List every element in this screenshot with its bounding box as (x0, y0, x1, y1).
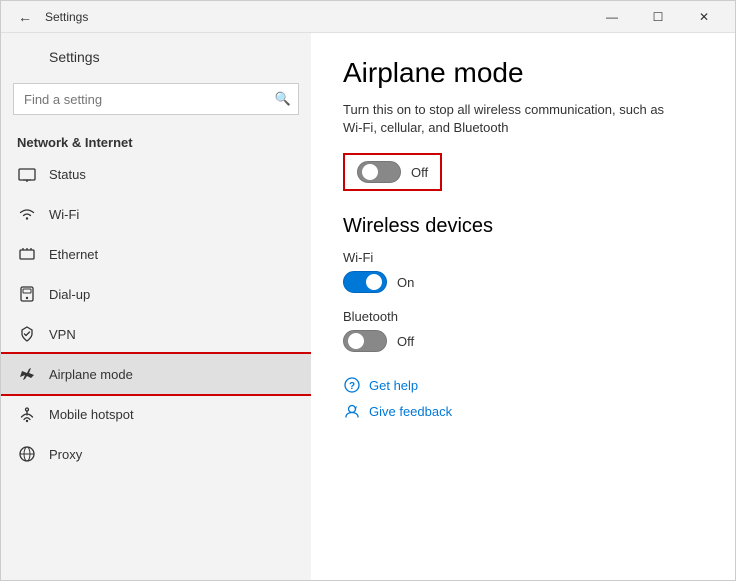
wireless-section-title: Wireless devices (343, 215, 703, 238)
minimize-button[interactable]: — (589, 1, 635, 33)
sidebar-item-wifi[interactable]: Wi-Fi (1, 194, 311, 234)
wifi-device-label: Wi-Fi (343, 250, 703, 265)
bluetooth-toggle-label: Off (397, 334, 414, 349)
sidebar-header: Settings (1, 33, 311, 75)
wifi-toggle-label: On (397, 275, 414, 290)
get-help-link[interactable]: ? Get help (343, 376, 703, 394)
sidebar-item-status[interactable]: Status (1, 154, 311, 194)
sidebar-item-airplane[interactable]: Airplane mode (1, 354, 311, 394)
svg-text:?: ? (349, 381, 355, 392)
main-content: Airplane mode Turn this on to stop all w… (311, 33, 735, 580)
hotspot-icon (17, 404, 37, 424)
give-feedback-label: Give feedback (369, 404, 452, 419)
sidebar-item-label-hotspot: Mobile hotspot (49, 407, 134, 422)
sidebar-item-label-wifi: Wi-Fi (49, 207, 79, 222)
sidebar-item-hotspot[interactable]: Mobile hotspot (1, 394, 311, 434)
give-feedback-icon (343, 402, 361, 420)
get-help-icon: ? (343, 376, 361, 394)
get-help-label: Get help (369, 378, 418, 393)
sidebar-item-dialup[interactable]: Dial-up (1, 274, 311, 314)
bluetooth-toggle[interactable] (343, 330, 387, 352)
ethernet-icon (17, 244, 37, 264)
status-icon (17, 164, 37, 184)
dialup-icon (17, 284, 37, 304)
vpn-icon (17, 324, 37, 344)
sidebar-item-label-proxy: Proxy (49, 447, 82, 462)
close-button[interactable]: ✕ (681, 1, 727, 33)
wifi-device-row: On (343, 271, 703, 293)
sidebar-item-label-ethernet: Ethernet (49, 247, 98, 262)
sidebar-section-label: Network & Internet (1, 127, 311, 154)
give-feedback-link[interactable]: Give feedback (343, 402, 703, 420)
sidebar: Settings 🔍 Network & Internet Status (1, 33, 311, 580)
bluetooth-device-row: Off (343, 330, 703, 352)
window-content: Settings 🔍 Network & Internet Status (1, 33, 735, 580)
links-section: ? Get help Give feedback (343, 376, 703, 420)
sidebar-title: Settings (49, 49, 100, 65)
sidebar-item-vpn[interactable]: VPN (1, 314, 311, 354)
sidebar-item-ethernet[interactable]: Ethernet (1, 234, 311, 274)
titlebar: ← Settings — ☐ ✕ (1, 1, 735, 33)
wifi-device-section: Wi-Fi On (343, 250, 703, 293)
proxy-icon (17, 444, 37, 464)
sidebar-item-label-airplane: Airplane mode (49, 367, 133, 382)
sidebar-item-label-status: Status (49, 167, 86, 182)
back-button[interactable]: ← (9, 1, 41, 33)
wifi-toggle[interactable] (343, 271, 387, 293)
page-description: Turn this on to stop all wireless commun… (343, 101, 683, 137)
airplane-icon (17, 364, 37, 384)
sidebar-item-label-vpn: VPN (49, 327, 76, 342)
window-title: Settings (45, 10, 589, 24)
airplane-toggle-thumb (362, 164, 378, 180)
page-title: Airplane mode (343, 57, 703, 89)
sidebar-item-label-dialup: Dial-up (49, 287, 90, 302)
search-input[interactable] (13, 83, 299, 115)
maximize-button[interactable]: ☐ (635, 1, 681, 33)
settings-window: ← Settings — ☐ ✕ Settings 🔍 Network & In… (0, 0, 736, 581)
sidebar-item-proxy[interactable]: Proxy (1, 434, 311, 474)
airplane-toggle-label: Off (411, 165, 428, 180)
wifi-toggle-thumb (366, 274, 382, 290)
bluetooth-device-label: Bluetooth (343, 309, 703, 324)
airplane-toggle[interactable] (357, 161, 401, 183)
wifi-icon (17, 204, 37, 224)
window-controls: — ☐ ✕ (589, 1, 727, 33)
back-icon: ← (18, 9, 32, 25)
airplane-toggle-section: Off (343, 153, 442, 191)
search-box: 🔍 (13, 83, 299, 115)
bluetooth-toggle-thumb (348, 333, 364, 349)
bluetooth-device-section: Bluetooth Off (343, 309, 703, 352)
